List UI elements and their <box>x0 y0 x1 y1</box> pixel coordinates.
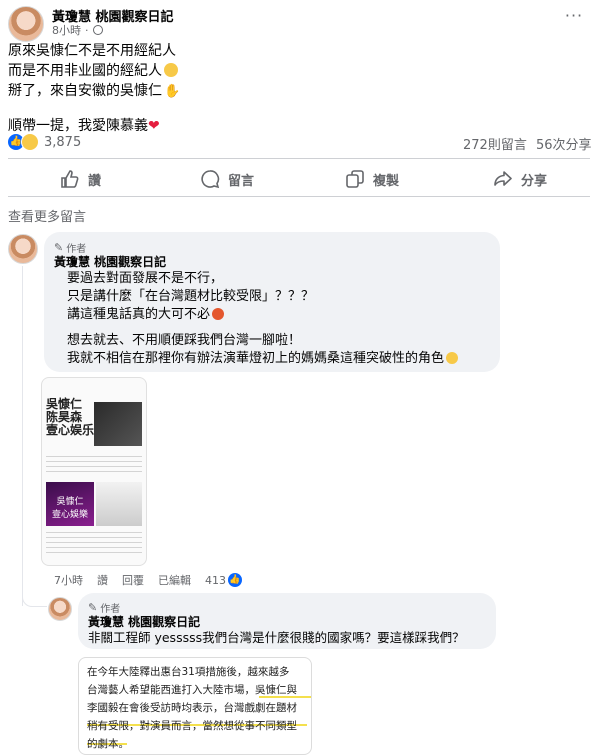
share-button[interactable]: 分享 <box>493 169 547 189</box>
reply-thread-curve <box>22 590 47 607</box>
comment2-avatar[interactable] <box>48 597 72 621</box>
post-text: 原來吳慷仁不是不用經紀人 而是不用非业國的經紀人 掰了，來自安徽的吳慷仁 ✋ 順帶… <box>8 41 180 136</box>
angry-emoji-icon <box>212 308 225 320</box>
copy-label: 複製 <box>373 173 400 189</box>
post-line-1: 原來吳慷仁不是不用經紀人 <box>8 43 176 59</box>
image-promo-line-1: 吳慷仁 <box>56 497 84 507</box>
comment1-reaction-count: 413 <box>205 573 226 587</box>
comment1-attached-image[interactable]: 吳慷仁 陈昊森 壹心娱乐 吳慷仁 壹心娛樂 <box>41 377 147 566</box>
divider-top <box>8 158 590 159</box>
sweat-smile-emoji-icon <box>446 352 459 364</box>
comment1-line-4: 想去就去、不用順便踩我們台灣一腳啦！ <box>67 333 302 348</box>
comment-bubble-icon <box>201 170 220 189</box>
comment-label: 留言 <box>228 173 255 189</box>
quote-line-4: 稍有受限，對演員而言，當然想從事不同類型 <box>87 720 297 732</box>
thumbs-up-icon <box>61 170 79 188</box>
post-line-3-text: 掰了，來自安徽的吳慷仁 <box>8 83 162 99</box>
dot-separator: · <box>85 23 89 37</box>
comment1-line-2: 只是講什麼「在台灣題材比較受限」？？？ <box>67 289 315 304</box>
reaction-summary[interactable]: 👍 3,875 <box>8 133 81 151</box>
view-more-comments-link[interactable]: 查看更多留言 <box>8 206 86 225</box>
share-arrow-icon <box>494 171 512 186</box>
like-label: 讚 <box>88 173 102 189</box>
comment-button[interactable]: 留言 <box>200 169 254 189</box>
copy-icon <box>346 170 364 188</box>
reply-thread-line <box>22 266 23 606</box>
comment1-line-5-text: 我就不相信在那裡你有辦法演華燈初上的媽媽桑這種突破性的角色 <box>67 351 445 366</box>
divider-bottom <box>8 196 590 197</box>
quote-line-5: 的劇本。 <box>87 738 129 750</box>
post-line-3: 掰了，來自安徽的吳慷仁 ✋ <box>8 81 180 102</box>
comment1-line-1: 要過去對面發展不是不行， <box>67 271 224 286</box>
comment1-like-link[interactable]: 讚 <box>97 572 108 588</box>
heart-emoji-icon: ❤ <box>148 118 160 134</box>
comment1-avatar[interactable] <box>8 234 38 264</box>
image-promo-line-2: 壹心娛樂 <box>51 510 88 520</box>
post-timestamp[interactable]: 8小時 · <box>52 22 103 38</box>
image-thumb-dark <box>94 402 142 446</box>
share-label: 分享 <box>521 173 548 189</box>
image-text-lines-2 <box>46 532 142 556</box>
grimace-emoji-icon <box>164 63 178 77</box>
quote-line-3: 李國毅在會後受訪時均表示，台灣戲劇在題材 <box>87 702 297 714</box>
comment1-line-3: 講這種鬼話真的大可不必 <box>67 306 458 324</box>
public-globe-icon <box>92 25 103 35</box>
more-options-icon[interactable]: ··· <box>562 6 586 26</box>
post-line-2-text: 而是不用非业國的經紀人 <box>8 63 162 79</box>
comment2-attached-image[interactable]: 在今年大陸釋出惠台31項措施後，越來越多 台灣藝人希望能西進打入大陸市場，吳慷仁… <box>78 657 312 755</box>
comment1-like-reaction-icon: 👍 <box>228 573 242 587</box>
comment1-line-3-text: 講這種鬼話真的大可不必 <box>67 307 211 322</box>
shares-count[interactable]: 56次分享 <box>536 134 592 153</box>
post-line-4-text: 順帶一提，我愛陳慕義 <box>8 118 148 134</box>
comment1-edited-label: 已編輯 <box>158 574 191 587</box>
comment1-footer: 7小時 讚 回覆 已編輯 413 👍 <box>54 572 242 588</box>
post-author-avatar[interactable] <box>8 6 44 42</box>
image-promo-text: 吳慷仁 壹心娛樂 <box>46 494 94 520</box>
comment1-author-name[interactable]: 黃瓊慧 桃園觀察日記 <box>54 253 166 270</box>
post-line-2: 而是不用非业國的經紀人 <box>8 61 180 81</box>
comment1-reply-link[interactable]: 回覆 <box>122 572 144 588</box>
copy-button[interactable]: 複製 <box>345 169 399 189</box>
post-time[interactable]: 8小時 <box>52 22 81 38</box>
comment1-reactions[interactable]: 413 👍 <box>205 573 242 587</box>
quote-line-1: 在今年大陸釋出惠台31項措施後，越來越多 <box>87 666 290 678</box>
quote-text: 在今年大陸釋出惠台31項措施後，越來越多 台灣藝人希望能西進打入大陸市場，吳慷仁… <box>87 663 297 753</box>
comment1-time[interactable]: 7小時 <box>54 572 83 588</box>
comment1-text: 要過去對面發展不是不行， 只是講什麼「在台灣題材比較受限」？？？ 講這種鬼話真的… <box>67 270 459 368</box>
comment1-line-5: 我就不相信在那裡你有辦法演華燈初上的媽媽桑這種突破性的角色 <box>67 350 459 368</box>
image-text-lines-1 <box>46 456 142 474</box>
quote-line-2: 台灣藝人希望能西進打入大陸市場，吳慷仁與 <box>87 684 297 696</box>
haha-reaction-icon <box>21 133 39 151</box>
comments-count[interactable]: 272則留言 <box>463 134 527 153</box>
reaction-count: 3,875 <box>44 134 82 150</box>
like-button[interactable]: 讚 <box>60 169 101 189</box>
wave-emoji-icon: ✋ <box>164 84 181 99</box>
image-thumb-portrait <box>96 482 142 526</box>
comment2-author-name[interactable]: 黃瓊慧 桃園觀察日記 <box>88 613 200 630</box>
comment2-text: 非關工程師 yesssss我們台灣是什麼很賤的國家嗎？要這樣踩我們？ <box>88 630 465 645</box>
